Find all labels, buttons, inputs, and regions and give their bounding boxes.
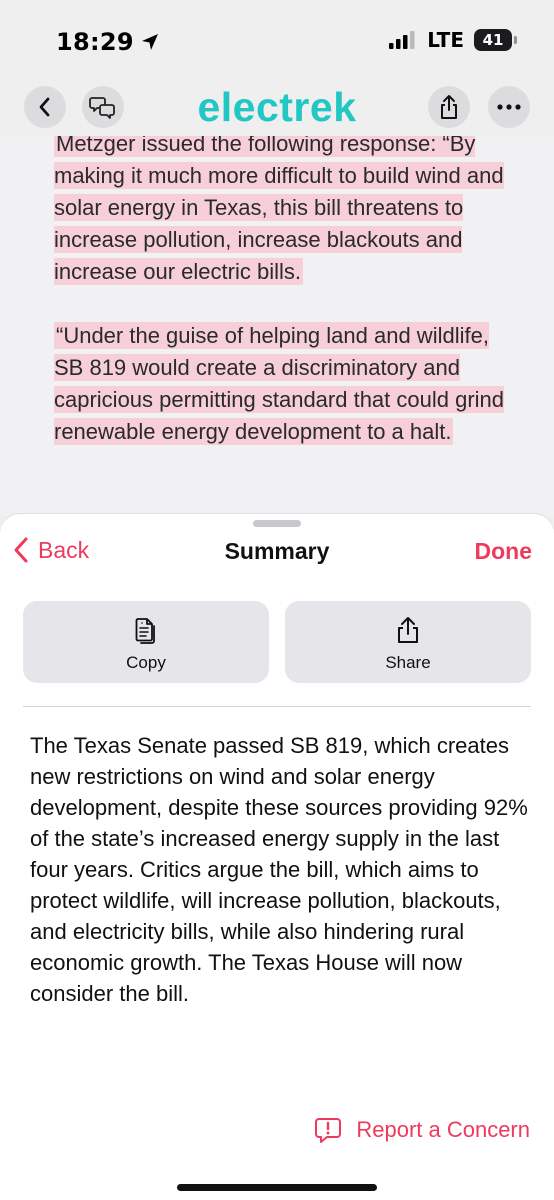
share-icon xyxy=(438,94,460,120)
location-arrow-icon xyxy=(140,32,160,52)
copy-label: Copy xyxy=(126,653,166,672)
copy-button[interactable]: Copy xyxy=(23,601,269,683)
done-button[interactable]: Done xyxy=(475,538,533,565)
share-label: Share xyxy=(385,653,431,672)
network-type: LTE xyxy=(427,28,464,52)
time-group: 18:29 xyxy=(56,28,160,56)
article-content: Metzger issued the following response: “… xyxy=(0,136,554,516)
exclamation-bubble-icon xyxy=(314,1116,342,1144)
share-page-button[interactable] xyxy=(428,86,470,128)
back-nav-button[interactable] xyxy=(24,86,66,128)
sheet-grabber[interactable] xyxy=(253,520,301,527)
summary-text: The Texas Senate passed SB 819, which cr… xyxy=(30,733,528,1006)
chevron-left-icon xyxy=(36,96,54,118)
copy-icon xyxy=(23,615,269,645)
home-indicator[interactable] xyxy=(177,1184,377,1191)
clock: 18:29 xyxy=(56,28,134,56)
share-button[interactable]: Share xyxy=(285,601,531,683)
app-header: electrek xyxy=(0,80,554,136)
article-paragraph: “Under the guise of helping land and wil… xyxy=(54,320,514,448)
status-bar: 18:29 LTE 41 xyxy=(0,0,554,80)
sheet-title: Summary xyxy=(224,538,330,564)
reader-mode-button[interactable] xyxy=(82,86,124,128)
reader-speech-bubbles-icon xyxy=(89,94,117,120)
article-paragraph: Metzger issued the following response: “… xyxy=(54,136,514,288)
battery-icon: 41 xyxy=(474,29,517,51)
report-label: Report a Concern xyxy=(356,1117,530,1142)
highlighted-text: “Under the guise of helping land and wil… xyxy=(54,322,505,445)
summary-sheet: Back Summary Done Copy Share The Texas S… xyxy=(0,514,554,1200)
share-icon xyxy=(285,615,531,645)
status-indicators: LTE 41 xyxy=(389,28,517,52)
divider xyxy=(23,706,531,707)
more-icon xyxy=(497,104,521,110)
more-options-button[interactable] xyxy=(488,86,530,128)
site-logo[interactable]: electrek xyxy=(196,82,358,132)
highlighted-text: Metzger issued the following response: “… xyxy=(54,136,504,285)
report-concern-button[interactable]: Report a Concern xyxy=(314,1116,530,1144)
battery-level: 41 xyxy=(482,31,504,49)
cellular-signal-icon xyxy=(389,31,415,49)
